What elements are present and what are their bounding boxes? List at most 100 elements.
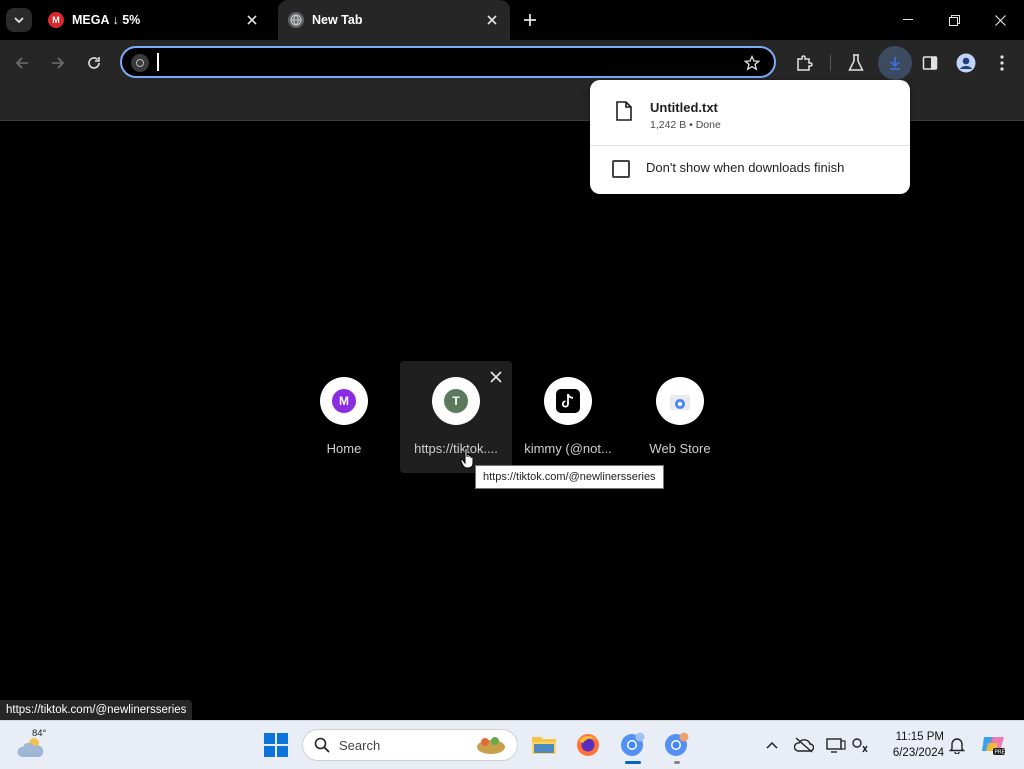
minimize-icon	[903, 19, 913, 20]
tab-mega[interactable]: M MEGA ↓ 5%	[38, 0, 270, 40]
side-panel-icon	[922, 56, 938, 70]
mega-icon: M	[48, 12, 64, 28]
side-panel-button[interactable]	[917, 50, 943, 76]
restore-icon	[948, 14, 960, 26]
bell-icon	[949, 738, 965, 754]
clock-time: 11:15 PM	[895, 731, 944, 743]
arrow-left-icon	[15, 57, 28, 69]
show-hidden-icons-button[interactable]	[762, 735, 782, 755]
labs-button[interactable]	[843, 50, 869, 76]
firefox-button[interactable]	[572, 729, 604, 761]
shortcut-icon	[656, 377, 704, 425]
divider	[590, 145, 910, 146]
download-item[interactable]: Untitled.txt 1,242 B • Done	[590, 80, 910, 144]
minimize-button[interactable]	[888, 6, 928, 34]
svg-text:PRE: PRE	[995, 750, 1006, 756]
shortcut-label: Home	[326, 441, 362, 456]
address-input[interactable]	[154, 51, 718, 75]
shortcut-icon: M	[320, 377, 368, 425]
monitor-icon	[826, 738, 846, 753]
clock-date: 6/23/2024	[892, 747, 944, 759]
network-volume-tray[interactable]	[851, 735, 871, 755]
site-info-icon[interactable]	[131, 54, 149, 72]
restore-button[interactable]	[934, 6, 974, 34]
shortcut-letter-icon: M	[332, 389, 356, 413]
shortcut-tooltip: https://tiktok.com/@newlinersseries	[475, 465, 664, 489]
globe-icon	[288, 12, 304, 28]
taskbar-clock[interactable]: 11:15 PM 6/23/2024	[880, 729, 944, 761]
cloud-off-icon	[794, 737, 814, 753]
tab-new-tab[interactable]: New Tab	[278, 0, 510, 40]
hand-cursor-icon	[460, 447, 474, 469]
shortcut-icon	[544, 377, 592, 425]
shortcut-label: https://tiktok....	[414, 441, 498, 456]
shortcut-tile[interactable]: Web Store	[624, 361, 736, 473]
chrome-icon	[621, 732, 645, 756]
shortcut-label: kimmy (@not...	[524, 441, 612, 456]
start-button[interactable]	[264, 733, 288, 757]
notifications-button[interactable]	[947, 735, 967, 755]
tiktok-icon	[556, 389, 580, 413]
network-icon	[852, 738, 868, 753]
search-icon	[314, 737, 330, 753]
shortcut-tile[interactable]: T https://tiktok....	[400, 361, 512, 473]
dont-show-checkbox[interactable]	[612, 160, 630, 178]
search-label: Search	[339, 738, 381, 753]
weather-widget[interactable]: 84°	[16, 728, 56, 761]
folder-icon	[532, 737, 556, 754]
download-file-meta: 1,242 B • Done	[650, 119, 721, 131]
shortcut-tile[interactable]: kimmy (@not...	[512, 361, 624, 473]
forward-button[interactable]	[45, 50, 71, 76]
file-explorer-button[interactable]	[528, 729, 560, 761]
onedrive-tray[interactable]	[794, 735, 814, 755]
tab-title: MEGA ↓ 5%	[72, 13, 141, 27]
weather-temp: 84°	[32, 728, 47, 739]
search-highlight-icon	[477, 737, 505, 754]
display-tray[interactable]	[826, 735, 846, 755]
profile-button[interactable]	[953, 50, 979, 76]
bookmark-star-icon[interactable]	[742, 53, 762, 73]
download-file-name: Untitled.txt	[650, 100, 718, 115]
plus-icon	[524, 14, 536, 26]
toolbar-divider	[830, 55, 831, 71]
avatar-icon	[956, 53, 976, 73]
shortcut-tile[interactable]: M Home	[288, 361, 400, 473]
menu-button[interactable]	[989, 50, 1015, 76]
tab-strip: M MEGA ↓ 5% New Tab	[0, 0, 1024, 40]
firefox-icon	[577, 734, 599, 756]
file-icon	[616, 101, 632, 121]
taskbar-search[interactable]: Search	[302, 729, 518, 761]
arrow-right-icon	[52, 57, 65, 69]
copilot-icon: PRE	[982, 737, 1006, 756]
taskbar: 84° Search 11:15 PM 6/23/2024 PRE	[0, 720, 1024, 769]
chrome-profile-2-button[interactable]	[661, 729, 693, 764]
back-button[interactable]	[9, 50, 35, 76]
shortcut-letter-icon: T	[444, 389, 468, 413]
extensions-button[interactable]	[791, 50, 817, 76]
tab-title: New Tab	[312, 13, 363, 27]
active-indicator	[625, 761, 641, 764]
webstore-icon	[668, 389, 692, 413]
address-bar[interactable]	[120, 46, 776, 78]
text-caret	[157, 53, 159, 71]
reload-button[interactable]	[81, 50, 107, 76]
chrome-icon	[665, 732, 689, 756]
dont-show-label[interactable]: Don't show when downloads finish	[646, 160, 844, 175]
shortcut-icon: T	[432, 377, 480, 425]
chrome-profile-1-button[interactable]	[617, 729, 649, 764]
close-window-button[interactable]	[980, 6, 1020, 34]
new-tab-button[interactable]	[518, 9, 542, 31]
running-indicator	[674, 761, 680, 764]
tab-search-button[interactable]	[6, 8, 32, 32]
download-icon	[890, 57, 900, 70]
close-icon[interactable]	[482, 10, 502, 30]
remove-shortcut-icon[interactable]	[488, 369, 504, 385]
downloads-button[interactable]	[878, 46, 912, 80]
close-icon[interactable]	[242, 10, 262, 30]
shortcut-label: Web Store	[649, 441, 711, 456]
chevron-down-icon	[14, 17, 24, 24]
windows-icon	[264, 733, 288, 757]
copilot-button[interactable]: PRE	[980, 731, 1006, 757]
close-icon	[994, 14, 1006, 26]
download-bubble: Untitled.txt 1,242 B • Done Don't show w…	[590, 80, 910, 194]
